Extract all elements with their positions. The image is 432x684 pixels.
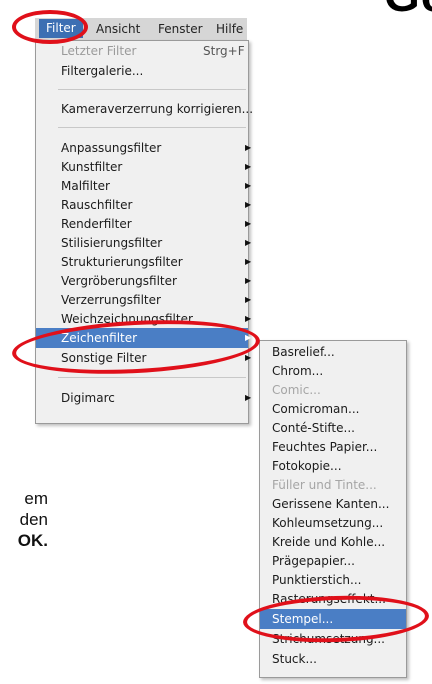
submenu-item-label: Feuchtes Papier... (272, 440, 378, 454)
menu-fenster[interactable]: Fenster (158, 22, 203, 36)
submenu-item-label: Füller und Tinte... (272, 478, 377, 492)
submenu-item-comic[interactable]: Comic... (260, 380, 406, 400)
menu-ansicht[interactable]: Ansicht (96, 22, 140, 36)
menu-item-strukturierungsfilter[interactable]: Strukturierungsfilter ▶ (36, 252, 252, 272)
menu-item-lens-correction[interactable]: Kameraverzerrung korrigieren... (36, 99, 253, 119)
submenu-item-comicroman[interactable]: Comicroman... (260, 399, 406, 419)
submenu-item-label: Basrelief... (272, 345, 335, 359)
menu-separator (58, 89, 246, 90)
submenu-item-label: Fotokopie... (272, 459, 342, 473)
menu-item-label: Sonstige Filter (61, 351, 147, 365)
menu-item-label: Vergröberungsfilter (61, 274, 177, 288)
submenu-item-fotokopie[interactable]: Fotokopie... (260, 456, 406, 476)
submenu-item-kohleumsetzung[interactable]: Kohleumsetzung... (260, 513, 406, 533)
menu-item-label: Malfilter (61, 179, 110, 193)
menu-item-label: Kunstfilter (61, 160, 123, 174)
submenu-arrow-icon: ▶ (245, 238, 252, 247)
submenu-arrow-icon: ▶ (245, 181, 252, 190)
submenu-arrow-icon: ▶ (245, 143, 252, 152)
submenu-arrow-icon: ▶ (245, 162, 252, 171)
menu-item-label: Verzerrungsfilter (61, 293, 161, 307)
submenu-item-praegepapier[interactable]: Prägepapier... (260, 551, 406, 571)
submenu-item-label: Chrom... (272, 364, 324, 378)
submenu-item-stuck[interactable]: Stuck... (260, 649, 406, 669)
submenu-arrow-icon: ▶ (245, 295, 252, 304)
menu-item-label: Weichzeichnungsfilter (61, 312, 193, 326)
submenu-item-fueller-und-tinte[interactable]: Füller und Tinte... (260, 475, 406, 495)
submenu-item-label: Stempel... (272, 612, 334, 626)
menu-item-verzerrungsfilter[interactable]: Verzerrungsfilter ▶ (36, 290, 252, 310)
menu-item-malfilter[interactable]: Malfilter ▶ (36, 176, 252, 196)
submenu-item-label: Prägepapier... (272, 554, 355, 568)
submenu-item-label: Gerissene Kanten... (272, 497, 390, 511)
zeichenfilter-submenu: Basrelief... Chrom... Comic... Comicroma… (259, 340, 407, 678)
submenu-item-chrom[interactable]: Chrom... (260, 361, 406, 381)
menu-item-label: Strukturierungsfilter (61, 255, 183, 269)
menu-item-label: Letzter Filter (61, 44, 137, 58)
page-title-fragment: Ge (384, 0, 432, 22)
menu-item-label: Kameraverzerrung korrigieren... (61, 102, 254, 116)
menu-item-label: Zeichenfilter (61, 331, 138, 345)
menu-filter[interactable]: Filter (39, 19, 83, 38)
menu-item-label: Stilisierungsfilter (61, 236, 163, 250)
submenu-item-gerissene-kanten[interactable]: Gerissene Kanten... (260, 494, 406, 514)
submenu-arrow-icon: ▶ (245, 333, 252, 342)
submenu-item-label: Kreide und Kohle... (272, 535, 386, 549)
menu-item-kunstfilter[interactable]: Kunstfilter ▶ (36, 157, 252, 177)
menu-separator (58, 377, 246, 378)
text-line: em (24, 489, 48, 508)
menu-item-label: Filtergalerie... (61, 64, 144, 78)
submenu-item-label: Strichumsetzung... (272, 632, 385, 646)
submenu-arrow-icon: ▶ (245, 314, 252, 323)
menu-item-weichzeichnungsfilter[interactable]: Weichzeichnungsfilter ▶ (36, 309, 252, 329)
menu-item-filter-gallery[interactable]: Filtergalerie... (36, 61, 248, 81)
submenu-item-strichumsetzung[interactable]: Strichumsetzung... (260, 629, 406, 649)
menu-item-rauschfilter[interactable]: Rauschfilter ▶ (36, 195, 252, 215)
menu-item-last-filter[interactable]: Letzter Filter Strg+F (36, 41, 248, 61)
menu-item-shortcut: Strg+F (203, 44, 245, 58)
menu-item-renderfilter[interactable]: Renderfilter ▶ (36, 214, 252, 234)
submenu-item-basrelief[interactable]: Basrelief... (260, 342, 406, 362)
menu-item-stilisierungsfilter[interactable]: Stilisierungsfilter ▶ (36, 233, 252, 253)
submenu-item-feuchtes-papier[interactable]: Feuchtes Papier... (260, 437, 406, 457)
submenu-arrow-icon: ▶ (245, 200, 252, 209)
instruction-text-fragment: em den OK. (0, 488, 48, 551)
submenu-item-label: Comicroman... (272, 402, 360, 416)
submenu-item-stempel[interactable]: Stempel... (260, 609, 406, 629)
menu-item-label: Renderfilter (61, 217, 132, 231)
menu-item-label: Rauschfilter (61, 198, 133, 212)
menu-item-vergroeberungsfilter[interactable]: Vergröberungsfilter ▶ (36, 271, 252, 291)
submenu-arrow-icon: ▶ (245, 393, 252, 402)
menu-item-sonstige-filter[interactable]: Sonstige Filter ▶ (36, 348, 252, 368)
submenu-item-rasterungseffekt[interactable]: Rasterungseffekt... (260, 589, 406, 609)
submenu-item-label: Comic... (272, 383, 321, 397)
submenu-item-conte-stifte[interactable]: Conté-Stifte... (260, 418, 406, 438)
text-line: den (19, 510, 48, 529)
submenu-item-label: Conté-Stifte... (272, 421, 355, 435)
menu-item-anpassungsfilter[interactable]: Anpassungsfilter ▶ (36, 138, 252, 158)
menu-item-label: Digimarc (61, 391, 115, 405)
menu-item-label: Anpassungsfilter (61, 141, 162, 155)
submenu-item-label: Punktierstich... (272, 573, 362, 587)
submenu-item-kreide-und-kohle[interactable]: Kreide und Kohle... (260, 532, 406, 552)
menu-item-digimarc[interactable]: Digimarc ▶ (36, 388, 252, 408)
submenu-arrow-icon: ▶ (245, 219, 252, 228)
menu-bar: Filter Ansicht Fenster Hilfe (35, 18, 247, 41)
text-line-ok: OK. (17, 531, 48, 550)
submenu-item-label: Rasterungseffekt... (272, 592, 386, 606)
submenu-arrow-icon: ▶ (245, 276, 252, 285)
filter-menu: Letzter Filter Strg+F Filtergalerie... K… (35, 40, 253, 424)
submenu-item-label: Kohleumsetzung... (272, 516, 384, 530)
menu-separator (58, 127, 246, 128)
submenu-arrow-icon: ▶ (245, 257, 252, 266)
submenu-arrow-icon: ▶ (245, 353, 252, 362)
menu-item-zeichenfilter[interactable]: Zeichenfilter ▶ (36, 328, 252, 348)
submenu-item-punktierstich[interactable]: Punktierstich... (260, 570, 406, 590)
submenu-item-label: Stuck... (272, 652, 317, 666)
menu-hilfe[interactable]: Hilfe (216, 22, 243, 36)
